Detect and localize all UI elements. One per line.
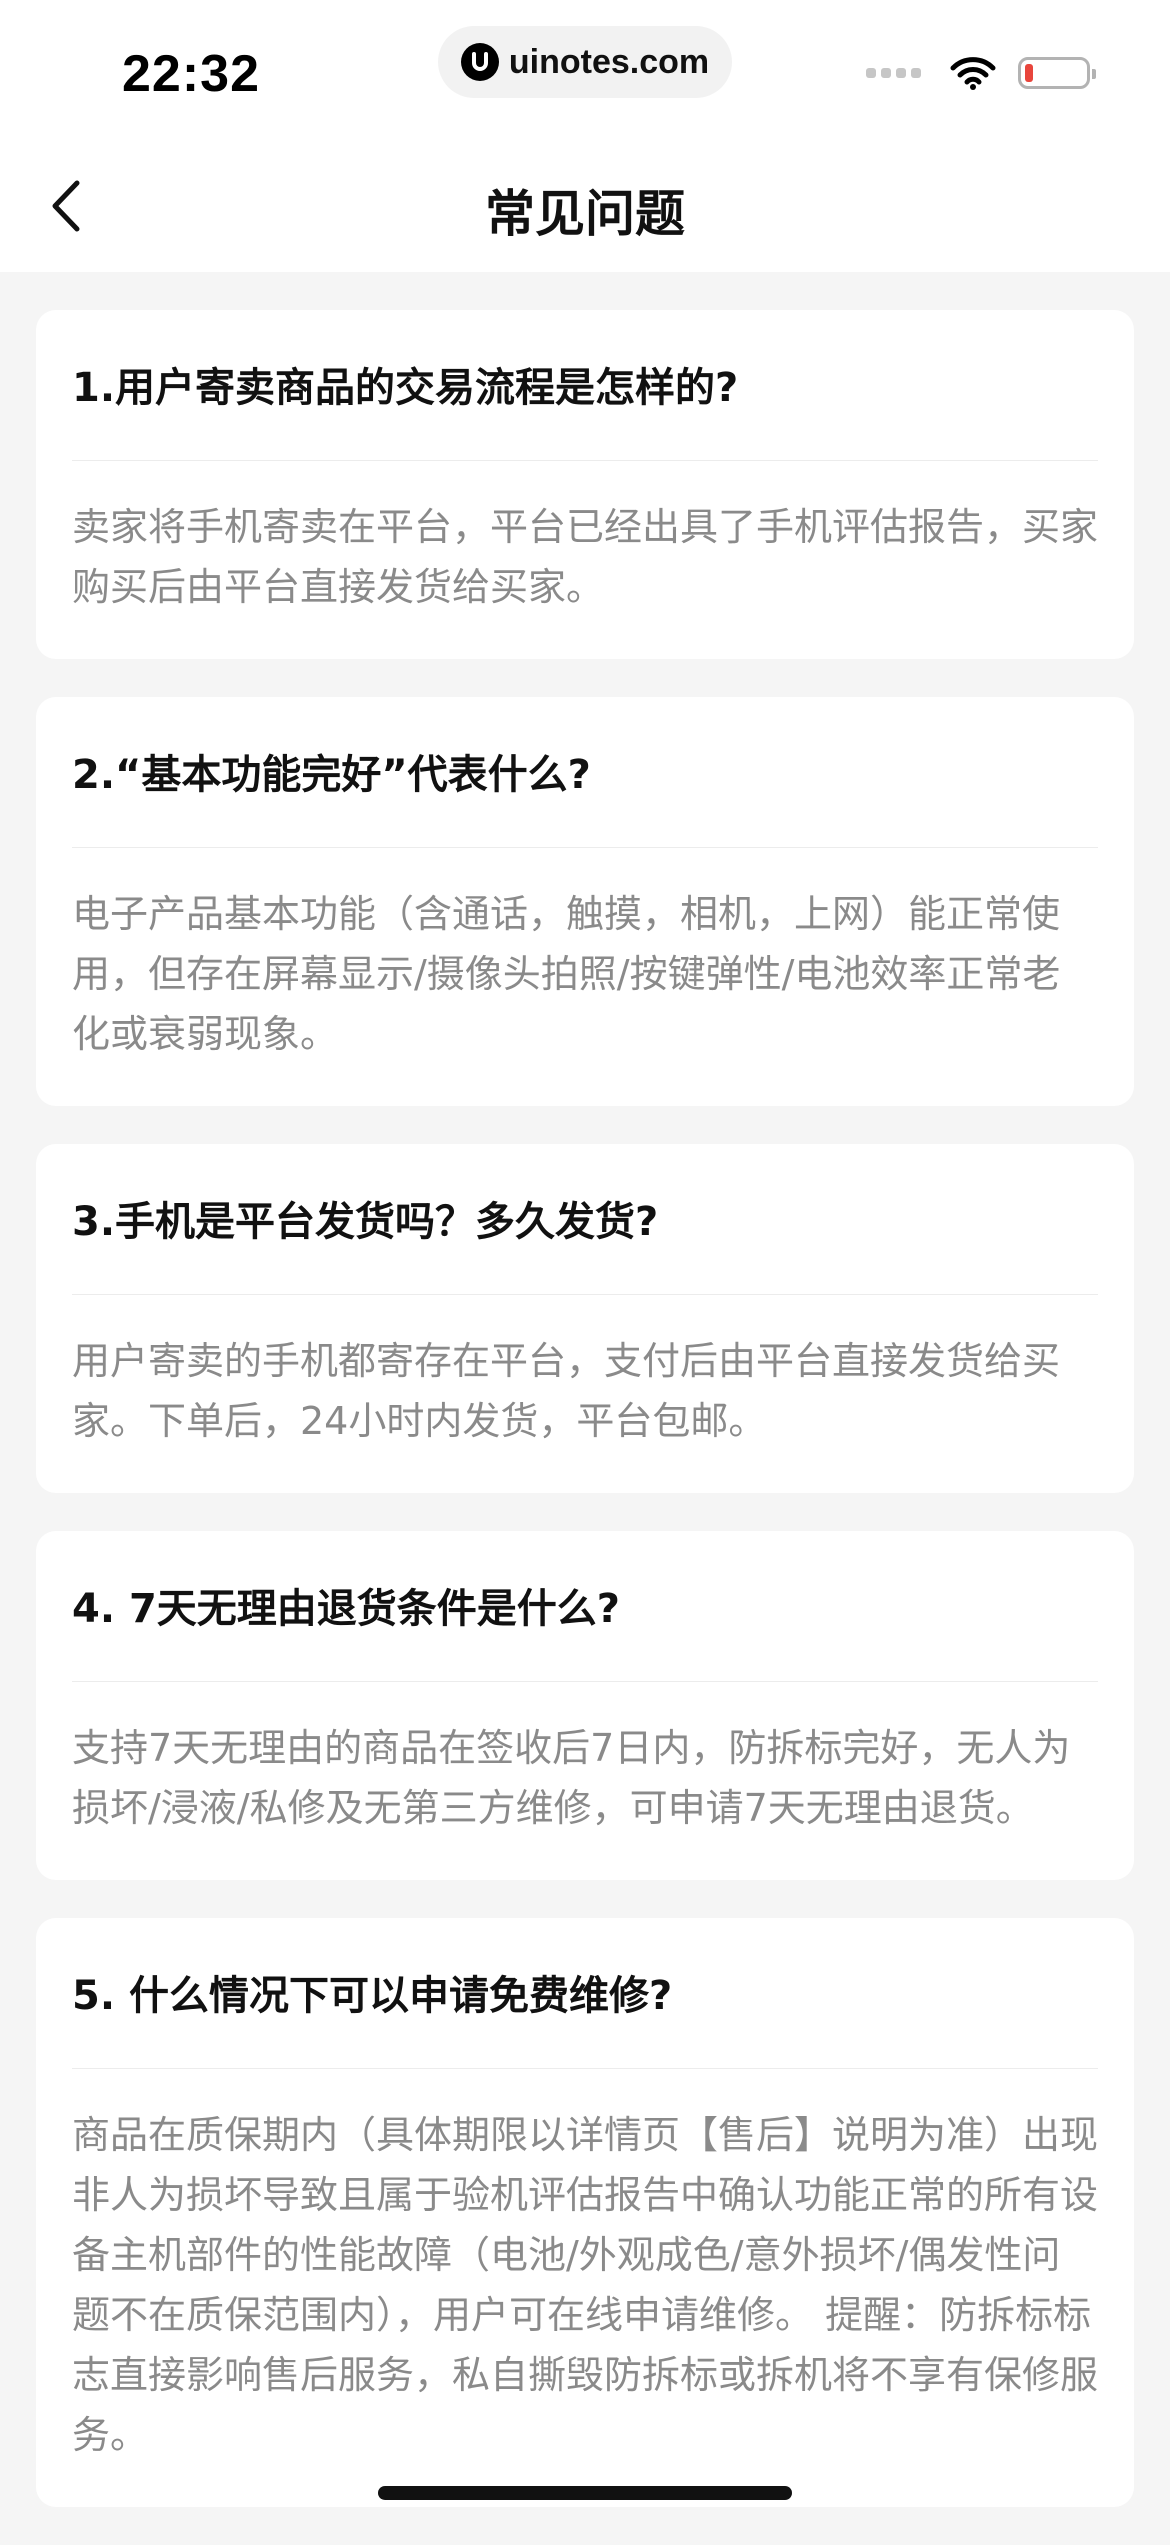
status-time: 22:32	[122, 45, 260, 103]
faq-card-1: 1.用户寄卖商品的交易流程是怎样的? 卖家将手机寄卖在平台，平台已经出具了手机评…	[36, 310, 1134, 659]
faq-list: 1.用户寄卖商品的交易流程是怎样的? 卖家将手机寄卖在平台，平台已经出具了手机评…	[36, 310, 1134, 2545]
faq-answer: 用户寄卖的手机都寄存在平台，支付后由平台直接发货给买家。下单后，24小时内发货，…	[72, 1339, 1061, 1443]
faq-answer: 商品在质保期内（具体期限以详情页【售后】说明为准）出现非人为损坏导致且属于验机评…	[72, 2113, 1099, 2457]
status-icons	[866, 56, 1096, 90]
faq-card-5: 5. 什么情况下可以申请免费维修? 商品在质保期内（具体期限以详情页【售后】说明…	[36, 1918, 1134, 2507]
url-text: uinotes.com	[508, 42, 710, 81]
faq-card-2: 2.“基本功能完好”代表什么? 电子产品基本功能（含通话，触摸，相机，上网）能正…	[36, 697, 1134, 1106]
url-pill[interactable]: uinotes.com	[438, 26, 732, 98]
header-area: 22:32 uinotes.com 常见问题	[0, 0, 1170, 272]
page-title: 常见问题	[485, 185, 685, 243]
home-indicator[interactable]	[378, 2486, 792, 2500]
faq-answer: 电子产品基本功能（含通话，触摸，相机，上网）能正常使用，但存在屏幕显示/摄像头拍…	[72, 892, 1061, 1056]
wifi-icon	[950, 57, 996, 90]
faq-question: 4. 7天无理由退货条件是什么?	[72, 1531, 1098, 1682]
faq-card-3: 3.手机是平台发货吗？多久发货? 用户寄卖的手机都寄存在平台，支付后由平台直接发…	[36, 1144, 1134, 1493]
signal-dots-icon	[866, 68, 926, 78]
faq-answer: 卖家将手机寄卖在平台，平台已经出具了手机评估报告，买家购买后由平台直接发货给买家…	[72, 505, 1099, 609]
faq-question: 3.手机是平台发货吗？多久发货?	[72, 1144, 1098, 1295]
faq-question: 2.“基本功能完好”代表什么?	[72, 697, 1098, 848]
faq-card-4: 4. 7天无理由退货条件是什么? 支持7天无理由的商品在签收后7日内，防拆标完好…	[36, 1531, 1134, 1880]
battery-low-icon	[1018, 57, 1096, 89]
faq-question: 1.用户寄卖商品的交易流程是怎样的?	[72, 310, 1098, 461]
site-logo-icon	[460, 43, 499, 81]
faq-question: 5. 什么情况下可以申请免费维修?	[72, 1918, 1098, 2069]
faq-answer: 支持7天无理由的商品在签收后7日内，防拆标完好，无人为损坏/浸液/私修及无第三方…	[72, 1726, 1071, 1830]
